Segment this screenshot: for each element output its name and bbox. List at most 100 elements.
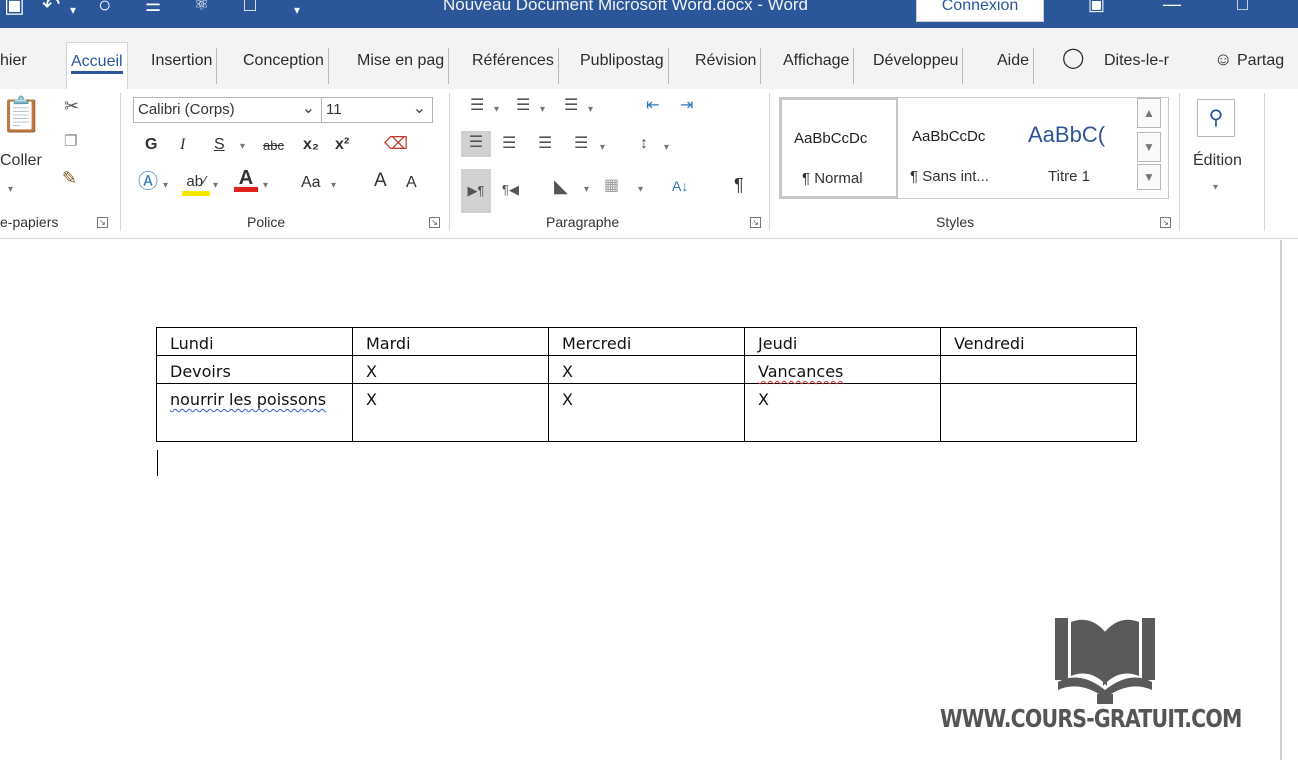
styles-launcher-icon[interactable]: ↘: [1160, 217, 1171, 228]
tab-aide[interactable]: Aide: [997, 48, 1035, 84]
paste-dropdown-icon[interactable]: ▾: [8, 181, 13, 199]
font-size-select[interactable]: 11 ⌄: [321, 97, 433, 123]
align-left-icon[interactable]: ☰: [461, 131, 491, 157]
table-cell[interactable]: Vancances: [744, 355, 941, 384]
align-right-icon[interactable]: ☰: [538, 135, 552, 153]
tab-developpeur[interactable]: Développeu: [873, 48, 964, 84]
table-cell[interactable]: X: [352, 383, 549, 442]
lightbulb-icon[interactable]: ◯: [1062, 45, 1084, 81]
highlight-dropdown-icon[interactable]: ▾: [213, 177, 218, 195]
table-cell[interactable]: X: [352, 355, 549, 384]
bullets-dropdown-icon[interactable]: ▾: [494, 101, 499, 119]
change-case-dropdown-icon[interactable]: ▾: [331, 177, 336, 195]
editing-button[interactable]: Édition: [1193, 151, 1242, 171]
subscript-button[interactable]: x₂: [303, 135, 319, 155]
shading-icon[interactable]: ◣: [554, 177, 568, 195]
italic-button[interactable]: I: [180, 135, 185, 155]
document-table[interactable]: Lundi Mardi Mercredi Jeudi Vendredi Devo…: [156, 327, 1137, 442]
style-heading-1[interactable]: AaBbC( Titre 1: [1028, 98, 1143, 198]
rtl-text-icon[interactable]: ¶◀: [502, 181, 519, 199]
minimize-icon[interactable]: —: [1163, 0, 1181, 16]
line-spacing-dropdown-icon[interactable]: ▾: [664, 139, 669, 157]
text-effects-dropdown-icon[interactable]: ▾: [163, 177, 168, 195]
table-cell[interactable]: [940, 383, 1137, 442]
change-case-button[interactable]: Aa: [301, 173, 321, 193]
shading-dropdown-icon[interactable]: ▾: [584, 181, 589, 199]
gallery-up-icon[interactable]: ▲: [1137, 98, 1161, 128]
numbering-dropdown-icon[interactable]: ▾: [540, 101, 545, 119]
table-cell[interactable]: X: [548, 383, 745, 442]
paste-button[interactable]: Coller: [0, 151, 42, 171]
cut-icon[interactable]: ✂: [64, 97, 79, 115]
table-cell[interactable]: nourrir les poissons: [156, 383, 353, 442]
share-button[interactable]: Partag: [1237, 48, 1284, 84]
highlight-icon[interactable]: ab⁄: [182, 173, 210, 196]
table-cell[interactable]: Vendredi: [940, 327, 1137, 356]
multilevel-list-dropdown-icon[interactable]: ▾: [588, 101, 593, 119]
style-normal[interactable]: AaBbCcDc ¶ Normal: [780, 98, 898, 198]
justify-dropdown-icon[interactable]: ▾: [600, 139, 605, 157]
tab-affichage[interactable]: Affichage: [783, 48, 855, 84]
font-color-icon[interactable]: A: [234, 168, 258, 192]
align-center-icon[interactable]: ☰: [502, 135, 516, 153]
new-doc-icon[interactable]: ☰: [145, 0, 161, 19]
editing-dropdown-icon[interactable]: ▾: [1213, 179, 1218, 197]
bold-button[interactable]: G: [145, 135, 157, 155]
multilevel-list-icon[interactable]: ☰: [564, 97, 578, 115]
table-cell[interactable]: Devoirs: [156, 355, 353, 384]
copy-icon[interactable]: ❐: [64, 133, 77, 151]
undo-icon[interactable]: ↶: [42, 0, 60, 19]
table-cell[interactable]: Jeudi: [744, 327, 941, 356]
underline-dropdown-icon[interactable]: ▾: [240, 138, 245, 156]
gallery-down-icon[interactable]: ▼: [1137, 132, 1161, 162]
table-cell[interactable]: [940, 355, 1137, 384]
bullets-icon[interactable]: ☰: [470, 97, 484, 115]
tab-accueil[interactable]: Accueil: [66, 42, 128, 90]
tab-insertion[interactable]: Insertion: [151, 48, 218, 84]
tell-me-search[interactable]: Dites-le-r: [1104, 48, 1169, 84]
table-cell[interactable]: X: [744, 383, 941, 442]
tab-fichier[interactable]: hier: [0, 48, 27, 84]
signin-button[interactable]: Connexion: [916, 0, 1044, 22]
style-no-spacing[interactable]: AaBbCcDc ¶ Sans int...: [900, 98, 1015, 198]
share-user-icon[interactable]: ☺: [1214, 46, 1232, 82]
paste-icon[interactable]: 📋: [0, 95, 42, 135]
tab-conception[interactable]: Conception: [243, 48, 329, 84]
font-launcher-icon[interactable]: ↘: [429, 217, 440, 228]
strikethrough-button[interactable]: abc: [263, 136, 284, 156]
save-icon[interactable]: ▣: [4, 0, 25, 19]
table-cell[interactable]: Mardi: [352, 327, 549, 356]
tab-mise-en-page[interactable]: Mise en pag: [357, 48, 450, 84]
maximize-icon[interactable]: □: [1237, 0, 1248, 16]
decrease-indent-icon[interactable]: ⇤: [646, 97, 659, 115]
redo-icon[interactable]: ○: [98, 0, 111, 19]
borders-icon[interactable]: ▦: [604, 177, 619, 195]
undo-dropdown-icon[interactable]: ▾: [70, 0, 76, 24]
paragraph-launcher-icon[interactable]: ↘: [750, 217, 761, 228]
clear-formatting-icon[interactable]: ⌫: [384, 135, 408, 153]
table-cell[interactable]: Lundi: [156, 327, 353, 356]
find-icon[interactable]: ⚲: [1197, 99, 1235, 137]
numbering-icon[interactable]: ☰: [516, 97, 530, 115]
tab-references[interactable]: Références: [472, 48, 559, 84]
borders-dropdown-icon[interactable]: ▾: [638, 181, 643, 199]
superscript-button[interactable]: x²: [335, 135, 349, 155]
grow-font-button[interactable]: A: [374, 171, 387, 191]
customize-toolbar-icon[interactable]: ▾: [294, 0, 300, 24]
format-painter-icon[interactable]: ✎: [62, 169, 77, 187]
font-color-dropdown-icon[interactable]: ▾: [263, 177, 268, 195]
justify-icon[interactable]: ☰: [574, 135, 588, 153]
clipboard-launcher-icon[interactable]: ↘: [97, 217, 108, 228]
text-effects-icon[interactable]: Ⓐ: [138, 172, 158, 192]
font-family-select[interactable]: Calibri (Corps) ⌄: [133, 97, 322, 123]
ribbon-display-icon[interactable]: ▣: [1088, 0, 1105, 16]
table-cell[interactable]: Mercredi: [548, 327, 745, 356]
ltr-text-icon[interactable]: ▶¶: [461, 169, 491, 213]
document-icon[interactable]: □: [244, 0, 256, 19]
shrink-font-button[interactable]: A: [406, 173, 417, 193]
touch-mode-icon[interactable]: ⚛: [194, 0, 209, 19]
sort-icon[interactable]: A↓: [672, 177, 688, 195]
show-marks-button[interactable]: ¶: [734, 175, 744, 195]
line-spacing-icon[interactable]: ↕: [640, 135, 648, 153]
underline-button[interactable]: S: [214, 135, 225, 155]
